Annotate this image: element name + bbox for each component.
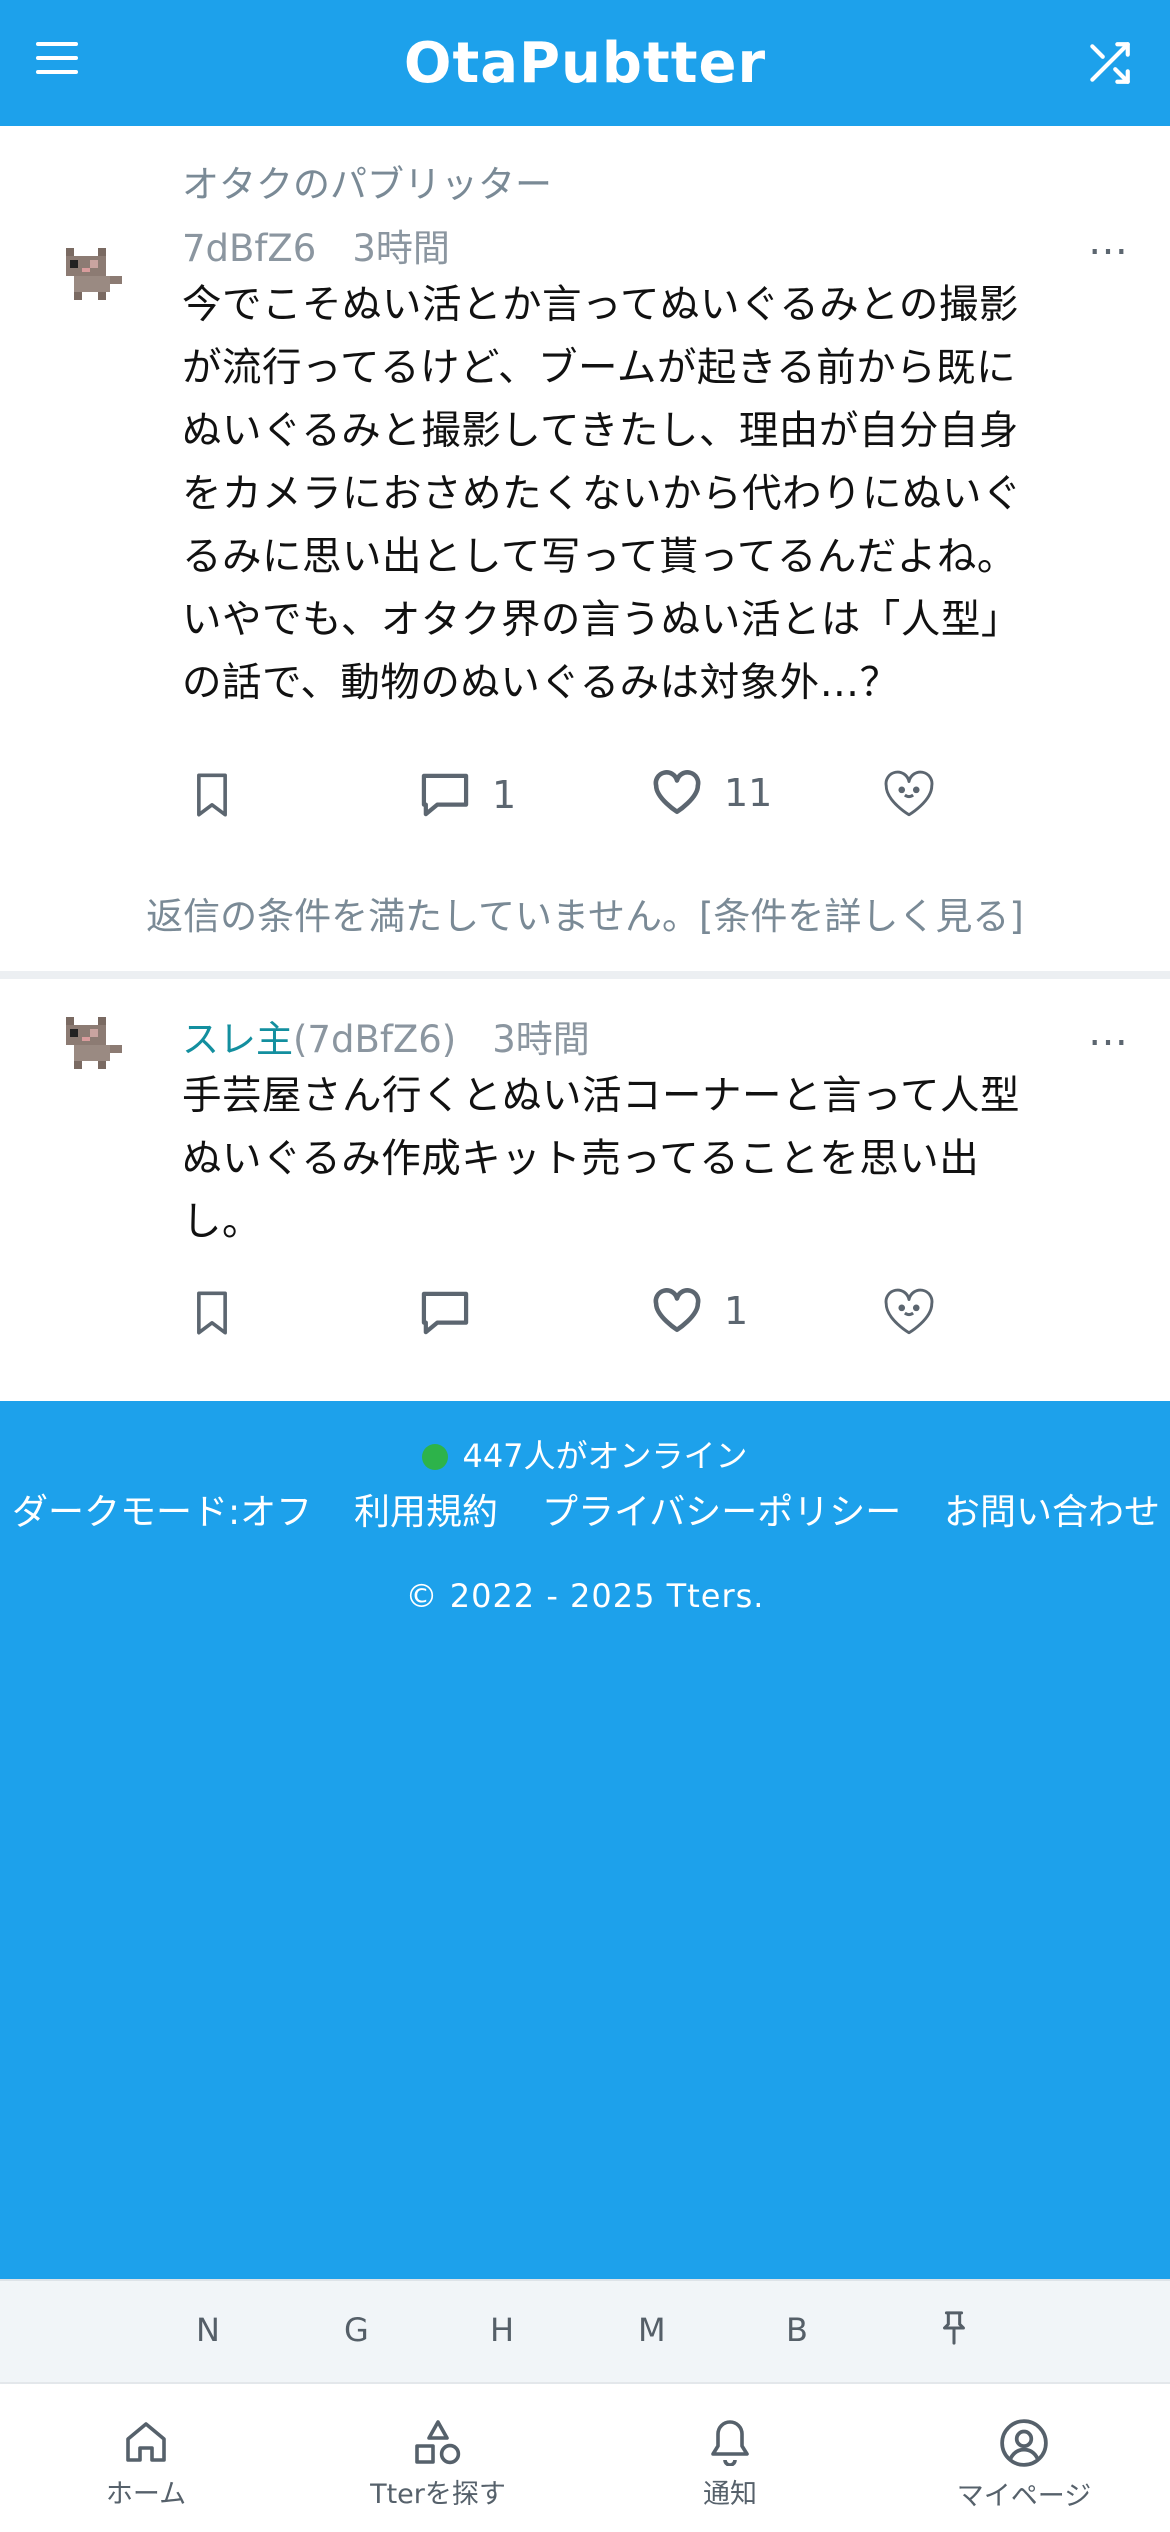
site-footer: 447人がオンライン ダークモード:オフ 利用規約 プライバシーポリシー お問い… [0,1401,1170,2279]
author-id[interactable]: (7dBfZ6) [293,1018,456,1061]
copyright: © 2022 - 2025 Tters. [405,1577,765,1615]
nav-label: マイページ [956,2481,1092,2512]
post-meta: 7dBfZ6 3時間 [182,218,450,272]
online-status: 447人がオンライン [0,1431,1170,1477]
privacy-policy-link[interactable]: プライバシーポリシー [542,1483,901,1535]
post-actions: 1 11 [0,766,1170,826]
dark-mode-toggle[interactable]: ダークモード:オフ [12,1483,312,1535]
reaction-button[interactable] [880,766,938,822]
shuffle-icon[interactable] [1084,38,1134,88]
heart-face-icon [884,770,934,817]
post: スレ主(7dBfZ6) 3時間 … 手芸屋さん行くとぬい活コーナーと言って人型 ぬ… [0,979,1170,1401]
reaction-button[interactable] [880,1284,938,1340]
shortcut-n[interactable]: N [196,2311,220,2349]
bookmark-icon [197,1291,227,1335]
nav-label: ホーム [105,2479,187,2510]
post-divider [0,971,1170,979]
online-dot-icon [422,1444,449,1470]
body-line: をカメラにおさめたくないから代わりにぬいぐ [182,471,1022,517]
bookmark-button[interactable] [192,1290,232,1336]
shortcut-m[interactable]: M [638,2311,666,2349]
body-line: が流行ってるけど、ブームが起きる前から既に [182,345,1017,391]
nav-mypage[interactable]: マイページ [924,2418,1124,2513]
nav-notifications[interactable]: 通知 [630,2418,830,2511]
body-line: 手芸屋さん行くとぬい活コーナーと言って人型 [182,1073,1021,1119]
post-actions: 1 [0,1284,1170,1344]
body-line: の話で、動物のぬいぐるみは対象外…？ [182,660,900,706]
heart-icon [653,1288,701,1333]
body-line: いやでも、オタク界の言うぬい活とは「人型」 [182,597,1021,643]
pin-icon[interactable] [940,2311,968,2353]
online-count: 447人がオンライン [462,1437,748,1475]
more-options-button[interactable]: … [1088,1009,1130,1055]
app-header: OtaPubtter [0,0,1170,126]
reply-count: 1 [492,773,517,817]
op-label: スレ主 [182,1018,293,1061]
shortcut-b[interactable]: B [786,2311,808,2349]
bottom-navigation: ホーム Tterを探す 通知 マイページ [0,2382,1170,2532]
post-body: 今でこそぬい活とか言ってぬいぐるみとの撮影 が流行ってるけど、ブームが起きる前か… [182,274,1082,715]
nav-label: 通知 [703,2479,757,2510]
post: オタクのパブリッター 7dBfZ6 3時間 … 今でこそぬい活とか言ってぬいぐるみ… [0,126,1170,971]
reply-restriction-note: 返信の条件を満たしていません。[条件を詳しく見る] [0,886,1170,940]
board-name[interactable]: オタクのパブリッター [182,154,552,208]
body-line: し。 [182,1199,262,1245]
like-button[interactable]: 1 [652,1288,748,1334]
like-count: 11 [724,771,773,815]
nav-home[interactable]: ホーム [46,2418,246,2511]
more-options-button[interactable]: … [1088,218,1130,264]
avatar[interactable] [62,1013,126,1073]
reply-button[interactable] [420,1290,470,1336]
bell-icon [711,2420,749,2466]
thread-view: オタクのパブリッター 7dBfZ6 3時間 … 今でこそぬい活とか言ってぬいぐるみ… [0,126,1170,1401]
reply-note-text: 返信の条件を満たしていません。 [146,895,699,938]
app-logo[interactable]: OtaPubtter [404,31,766,96]
body-line: ぬいぐるみ作成キット売ってることを思い出 [182,1136,980,1182]
hamburger-menu-icon[interactable] [36,42,78,84]
avatar[interactable] [62,244,126,304]
bookmark-icon [197,773,227,817]
shortcut-bar: N G H M B [0,2279,1170,2382]
nav-label: Tterを探す [370,2479,506,2510]
terms-link[interactable]: 利用規約 [354,1483,498,1535]
shortcut-g[interactable]: G [344,2311,369,2349]
post-time: 3時間 [492,1018,590,1061]
like-button[interactable]: 11 [652,770,772,816]
heart-face-icon [884,1288,934,1335]
shapes-icon [415,2420,461,2465]
body-line: ぬいぐるみと撮影してきたし、理由が自分自身 [182,408,1019,454]
comment-icon [421,1291,469,1335]
reply-button[interactable]: 1 [420,772,516,818]
body-line: るみに思い出として写って貰ってるんだよね。 [182,534,1017,580]
contact-link[interactable]: お問い合わせ [944,1483,1160,1535]
post-time: 3時間 [352,227,450,270]
bookmark-button[interactable] [192,772,232,818]
heart-icon [653,770,701,815]
user-circle-icon [1000,2419,1048,2467]
shortcut-h[interactable]: H [490,2311,514,2349]
like-count: 1 [724,1289,749,1333]
reply-conditions-link[interactable]: [条件を詳しく見る] [699,895,1024,938]
post-meta: スレ主(7dBfZ6) 3時間 [182,1009,590,1063]
home-icon [126,2422,166,2462]
post-body: 手芸屋さん行くとぬい活コーナーと言って人型 ぬいぐるみ作成キット売ってることを思… [182,1065,1082,1254]
comment-icon [421,773,469,817]
body-line: 今でこそぬい活とか言ってぬいぐるみとの撮影 [182,282,1019,328]
author-id[interactable]: 7dBfZ6 [182,227,316,270]
nav-explore[interactable]: Tterを探す [338,2418,538,2511]
